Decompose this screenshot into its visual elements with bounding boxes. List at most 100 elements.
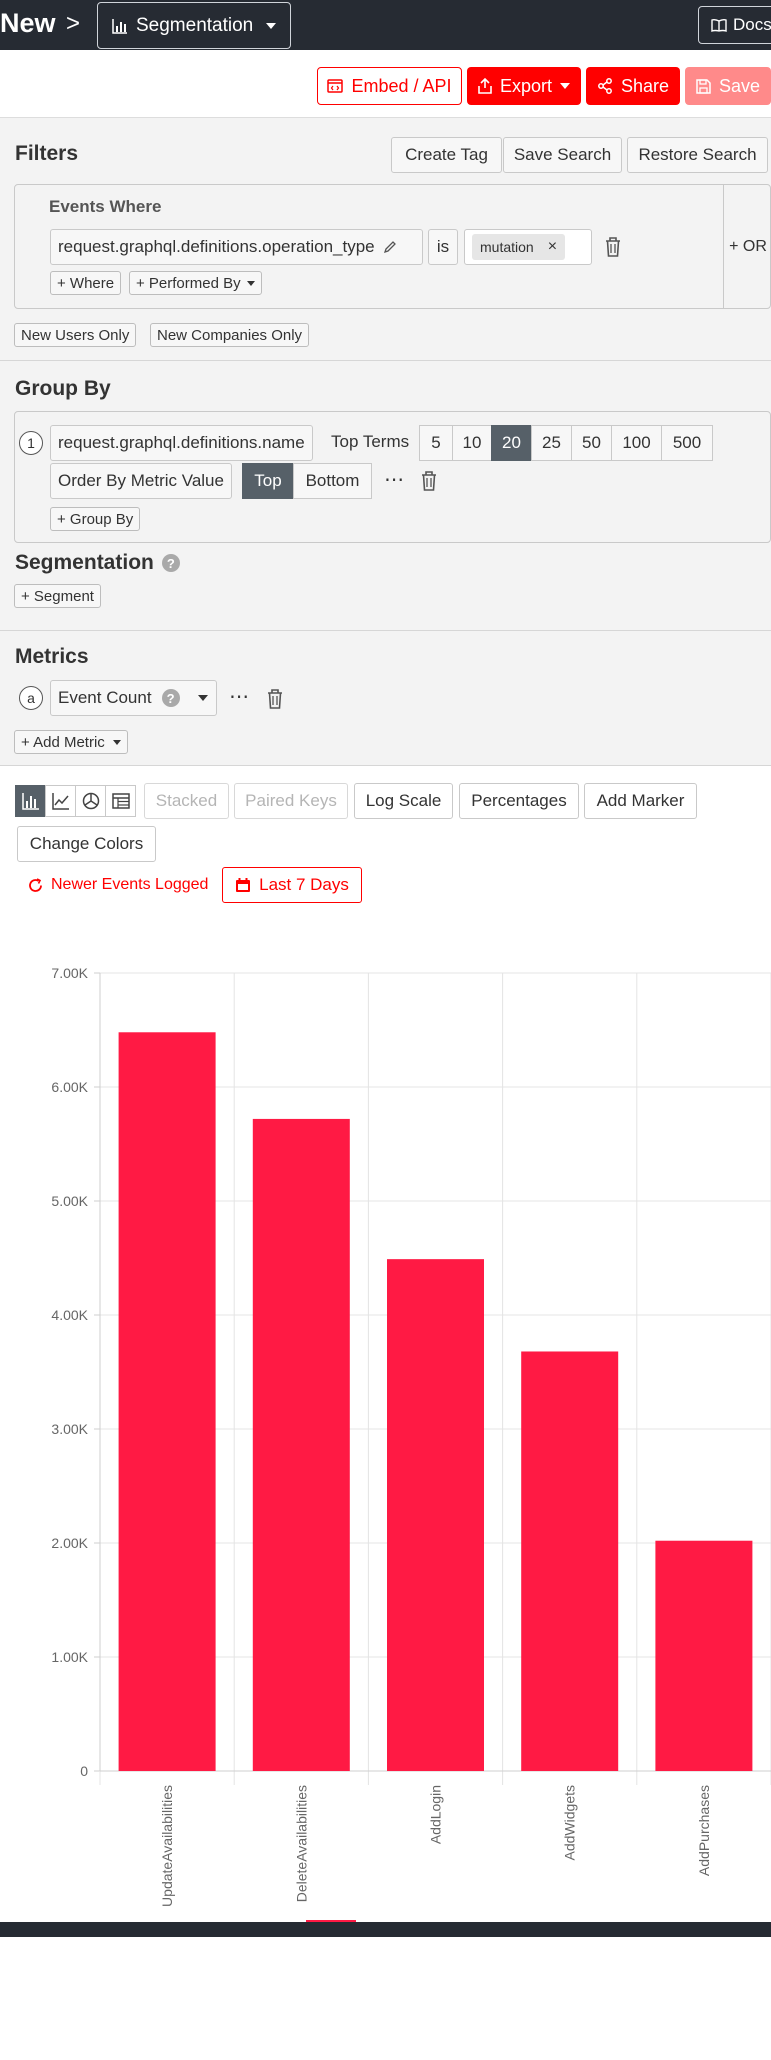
new-companies-only-button[interactable]: New Companies Only — [150, 323, 310, 347]
order-bottom-option[interactable]: Bottom — [293, 463, 372, 499]
performed-by-button[interactable]: + Performed By — [129, 271, 262, 295]
export-button[interactable]: Export — [467, 67, 581, 105]
more-options-icon[interactable]: ⋯ — [384, 467, 405, 492]
top-terms-option-selected[interactable]: 20 — [491, 425, 532, 461]
add-metric-button[interactable]: + Add Metric — [14, 730, 128, 754]
upload-icon — [478, 78, 492, 94]
x-tick-label: UpdateAvailabilities — [159, 1785, 175, 1907]
x-tick-label: DeleteAvailabilities — [293, 1785, 309, 1902]
order-by-selector[interactable]: Order By Metric Value — [50, 463, 232, 499]
performed-by-label: + Performed By — [136, 274, 241, 292]
y-tick-label: 5.00K — [51, 1193, 88, 1209]
metric-index: a — [19, 686, 43, 710]
y-tick-label: 7.00K — [51, 965, 88, 981]
top-terms-option[interactable]: 500 — [661, 425, 713, 461]
newer-events-label: Newer Events Logged — [51, 876, 209, 893]
segmentation-title-row: Segmentation ? — [15, 551, 180, 575]
filter-field: request.graphql.definitions.operation_ty… — [58, 237, 375, 256]
pie-chart-view-button[interactable] — [75, 785, 106, 817]
trash-icon[interactable] — [420, 470, 438, 492]
action-toolbar: Embed / API Export Share Save — [0, 50, 771, 118]
metric-label: Event Count — [58, 688, 152, 707]
report-type-label: Segmentation — [136, 14, 254, 36]
docs-button[interactable]: Docs — [698, 6, 771, 44]
y-tick-label: 3.00K — [51, 1421, 88, 1437]
group-by-panel: Group By 1 request.graphql.definitions.n… — [0, 361, 771, 631]
more-options-icon[interactable]: ⋯ — [229, 684, 250, 709]
bar-chart: 0 1.00K 2.00K 3.00K 4.00K 5.00K 6.00K 7.00K Upda… — [51, 965, 771, 1936]
pie-chart-icon — [82, 792, 99, 810]
bar — [521, 1351, 619, 1771]
top-terms-option[interactable]: 50 — [571, 425, 612, 461]
x-tick-label: AddLogin — [428, 1785, 444, 1844]
change-colors-button[interactable]: Change Colors — [17, 826, 156, 862]
filter-operator[interactable]: is — [428, 229, 458, 265]
add-group-by-button[interactable]: + Group By — [50, 507, 141, 531]
page-title: New — [0, 8, 56, 38]
save-search-button[interactable]: Save Search — [503, 137, 622, 173]
table-view-button[interactable] — [105, 785, 136, 817]
add-or-button[interactable]: + OR — [723, 185, 771, 308]
floppy-disk-icon — [696, 78, 711, 94]
date-range-button[interactable]: Last 7 Days — [222, 867, 362, 903]
trash-icon[interactable] — [604, 236, 622, 258]
y-tick-label: 1.00K — [51, 1649, 88, 1665]
top-terms-selector: 5 10 20 25 50 100 500 — [419, 425, 713, 461]
pencil-icon[interactable] — [383, 240, 397, 254]
percentages-toggle[interactable]: Percentages — [459, 783, 579, 819]
close-icon[interactable]: × — [548, 238, 557, 256]
add-where-button[interactable]: + Where — [50, 271, 122, 295]
group-by-box: 1 request.graphql.definitions.name Top T… — [14, 411, 771, 543]
filter-group: Events Where request.graphql.definitions… — [14, 184, 771, 309]
events-where-label: Events Where — [49, 197, 162, 216]
filter-value-label: mutation — [480, 239, 534, 255]
embed-api-button[interactable]: Embed / API — [317, 67, 462, 105]
date-range-label: Last 7 Days — [259, 875, 349, 894]
x-tick-label: AddPurchases — [696, 1785, 712, 1876]
paired-keys-toggle[interactable]: Paired Keys — [234, 783, 348, 819]
add-metric-label: + Add Metric — [21, 733, 105, 751]
top-terms-option[interactable]: 25 — [531, 425, 572, 461]
embed-api-label: Embed / API — [351, 75, 452, 96]
save-button[interactable]: Save — [685, 67, 771, 105]
order-top-option[interactable]: Top — [242, 463, 294, 499]
group-by-field[interactable]: request.graphql.definitions.name — [50, 425, 313, 461]
create-tag-button[interactable]: Create Tag — [391, 137, 502, 173]
report-type-dropdown[interactable]: Segmentation — [97, 2, 291, 49]
share-button[interactable]: Share — [586, 67, 680, 105]
stacked-toggle[interactable]: Stacked — [144, 783, 229, 819]
save-label: Save — [718, 75, 761, 96]
chevron-down-icon — [266, 23, 276, 29]
line-chart-view-button[interactable] — [45, 785, 76, 817]
refresh-icon — [29, 877, 42, 892]
help-icon[interactable]: ? — [161, 689, 180, 707]
y-tick-label: 6.00K — [51, 1079, 88, 1095]
metrics-panel: Metrics a Event Count ? ⋯ + Add Metric — [0, 631, 771, 766]
code-window-icon — [327, 79, 344, 93]
restore-search-button[interactable]: Restore Search — [627, 137, 768, 173]
top-terms-option[interactable]: 10 — [452, 425, 492, 461]
bar-chart-icon — [21, 793, 39, 810]
metric-selector[interactable]: Event Count ? — [50, 680, 217, 716]
log-scale-toggle[interactable]: Log Scale — [354, 783, 453, 819]
top-terms-option[interactable]: 100 — [611, 425, 662, 461]
newer-events-refresh[interactable]: Newer Events Logged — [28, 876, 208, 894]
chevron-down-icon — [560, 83, 571, 89]
filter-value-input[interactable]: mutation × — [464, 229, 592, 265]
order-direction-selector: Top Bottom — [242, 463, 372, 499]
breadcrumb-separator: > — [66, 10, 81, 37]
y-tick-label: 2.00K — [51, 1535, 88, 1551]
top-terms-option[interactable]: 5 — [419, 425, 453, 461]
new-users-only-button[interactable]: New Users Only — [14, 323, 137, 347]
chevron-down-icon — [246, 280, 255, 286]
bar-chart-view-button[interactable] — [15, 785, 46, 817]
add-marker-button[interactable]: Add Marker — [584, 783, 697, 819]
y-tick-label: 4.00K — [51, 1307, 88, 1323]
help-icon[interactable]: ? — [161, 554, 180, 572]
trash-icon[interactable] — [266, 688, 284, 710]
add-segment-button[interactable]: + Segment — [14, 584, 101, 608]
filters-title: Filters — [15, 142, 79, 165]
chevron-down-icon — [112, 739, 121, 745]
export-label: Export — [499, 75, 553, 96]
filter-field-chip[interactable]: request.graphql.definitions.operation_ty… — [50, 229, 423, 265]
